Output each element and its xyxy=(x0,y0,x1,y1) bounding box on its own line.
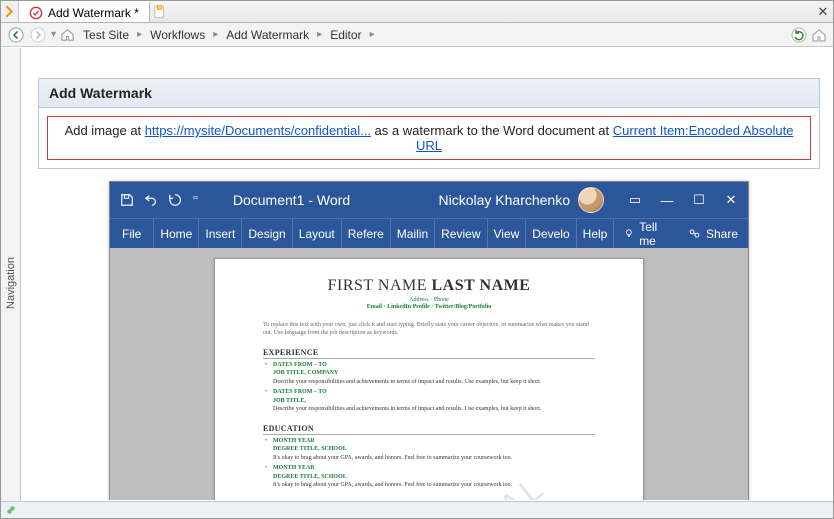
word-canvas: CONFIDENTIAL FIRST NAME LAST NAME Addres… xyxy=(110,248,748,500)
exp-desc: Describe your responsibilities and achie… xyxy=(273,379,541,385)
sentence-text: as a watermark to the Word document at xyxy=(371,123,613,138)
ribbon-tab-help[interactable]: Help xyxy=(577,219,615,248)
experience-item: DATES FROM – TO JOB TITLE, Describe your… xyxy=(263,389,595,414)
close-icon[interactable]: ✕ xyxy=(724,192,738,208)
word-titlebar: ⁼ Document1 - Word Nickolay Kharchenko ▭… xyxy=(110,182,748,218)
content-area: Add Watermark Add image at https://mysit… xyxy=(22,48,832,500)
last-name: LAST NAME xyxy=(432,277,531,294)
nav-dropdown-icon[interactable]: ▾ xyxy=(51,29,56,40)
refresh-icon[interactable] xyxy=(791,27,807,43)
chevron-right-icon xyxy=(1,3,18,20)
maximize-icon[interactable]: ☐ xyxy=(692,192,706,208)
tab-document-icon xyxy=(29,6,43,20)
lightbulb-icon xyxy=(624,227,634,240)
edu-role: DEGREE TITLE, SCHOOL xyxy=(273,474,595,482)
quick-access-toolbar: ⁼ xyxy=(120,192,199,208)
heading-education: EDUCATION xyxy=(263,424,595,435)
share-label: Share xyxy=(706,227,738,241)
chevron-right-icon: ▸ xyxy=(370,29,375,40)
arrow-left-icon xyxy=(8,27,24,43)
nav-forward-button[interactable] xyxy=(29,26,47,44)
resume-intro: To replace this text with your own, just… xyxy=(263,322,595,338)
exp-role: JOB TITLE, COMPANY xyxy=(273,370,595,378)
experience-item: DATES FROM – TO JOB TITLE, COMPANY Descr… xyxy=(263,362,595,387)
chevron-right-icon: ▸ xyxy=(317,29,322,40)
ribbon-tab-developer[interactable]: Develo xyxy=(526,219,576,248)
status-icon xyxy=(5,504,17,516)
ribbon-tab-layout[interactable]: Layout xyxy=(293,219,342,248)
save-icon[interactable] xyxy=(120,193,134,207)
edu-date: MONTH YEAR xyxy=(273,465,595,473)
chevron-right-icon: ▸ xyxy=(137,29,142,40)
close-tab-button[interactable]: ✕ xyxy=(813,1,833,22)
exp-date: DATES FROM – TO xyxy=(273,389,595,397)
ribbon-tab-home[interactable]: Home xyxy=(154,219,199,248)
panel-body: Add image at https://mysite/Documents/co… xyxy=(38,108,820,169)
tab-add-watermark[interactable]: Add Watermark * xyxy=(19,1,150,22)
share-icon xyxy=(688,227,701,240)
user-name: Nickolay Kharchenko xyxy=(438,192,570,208)
status-bar xyxy=(1,501,833,518)
first-name: FIRST NAME xyxy=(328,277,427,294)
ribbon-tab-view[interactable]: View xyxy=(488,219,527,248)
edu-desc: It's okay to brag about your GPA, awards… xyxy=(273,482,512,488)
sentence-text: Add image at xyxy=(65,123,145,138)
resume-links: Email · LinkedIn Profile · Twitter/Blog/… xyxy=(263,304,595,310)
tab-bar: Add Watermark * ✕ xyxy=(1,1,833,23)
education-item: MONTH YEAR DEGREE TITLE, SCHOOL It's oka… xyxy=(263,465,595,490)
redo-icon[interactable] xyxy=(168,193,182,207)
edu-date: MONTH YEAR xyxy=(273,438,595,446)
breadcrumb-item[interactable]: Editor xyxy=(326,28,365,42)
nav-back-button[interactable] xyxy=(7,26,25,44)
tell-me-button[interactable]: Tell me xyxy=(614,219,678,248)
home-small-icon[interactable] xyxy=(811,27,827,43)
word-ribbon: File Home Insert Design Layout Refere Ma… xyxy=(110,218,748,248)
resume-subtitle: Address · Phone xyxy=(263,297,595,303)
chevron-right-icon: ▸ xyxy=(213,29,218,40)
word-preview: ⁼ Document1 - Word Nickolay Kharchenko ▭… xyxy=(38,181,820,500)
exp-date: DATES FROM – TO xyxy=(273,362,595,370)
avatar[interactable] xyxy=(578,187,604,213)
education-item: MONTH YEAR DEGREE TITLE, SCHOOL It's oka… xyxy=(263,438,595,463)
close-icon: ✕ xyxy=(818,4,829,20)
breadcrumb-root[interactable]: Test Site xyxy=(79,28,133,42)
breadcrumb-item[interactable]: Add Watermark xyxy=(222,28,313,42)
new-tab-button[interactable] xyxy=(150,1,170,22)
ribbon-tab-insert[interactable]: Insert xyxy=(199,219,242,248)
ribbon-tab-mailings[interactable]: Mailin xyxy=(391,219,435,248)
ribbon-tab-review[interactable]: Review xyxy=(435,219,487,248)
ribbon-tab-design[interactable]: Design xyxy=(242,219,292,248)
workflow-sentence[interactable]: Add image at https://mysite/Documents/co… xyxy=(47,116,811,160)
minimize-icon[interactable]: — xyxy=(660,193,674,208)
breadcrumb-item[interactable]: Workflows xyxy=(146,28,209,42)
window-controls: ▭ — ☐ ✕ xyxy=(628,192,738,208)
qat-more-icon[interactable]: ⁼ xyxy=(192,192,199,208)
expand-tabs-button[interactable] xyxy=(1,1,19,22)
image-url-link[interactable]: https://mysite/Documents/confidential... xyxy=(145,123,371,138)
panel-title: Add Watermark xyxy=(38,78,820,108)
left-navigation-strip[interactable]: Navigation xyxy=(1,48,21,518)
tab-title: Add Watermark * xyxy=(48,6,139,20)
share-button[interactable]: Share xyxy=(678,219,748,248)
document-page: CONFIDENTIAL FIRST NAME LAST NAME Addres… xyxy=(214,258,644,500)
undo-icon[interactable] xyxy=(144,193,158,207)
resume-name: FIRST NAME LAST NAME xyxy=(263,277,595,295)
home-icon[interactable] xyxy=(60,27,75,42)
word-window: ⁼ Document1 - Word Nickolay Kharchenko ▭… xyxy=(109,181,749,500)
edu-role: DEGREE TITLE, SCHOOL xyxy=(273,446,595,454)
edu-desc: It's okay to brag about your GPA, awards… xyxy=(273,455,512,461)
heading-experience: EXPERIENCE xyxy=(263,348,595,359)
ribbon-tab-references[interactable]: Refere xyxy=(342,219,391,248)
left-nav-label: Navigation xyxy=(5,257,17,309)
exp-role: JOB TITLE, xyxy=(273,398,595,406)
ribbon-tab-file[interactable]: File xyxy=(110,219,154,248)
ribbon-options-icon[interactable]: ▭ xyxy=(628,192,642,208)
tell-me-label: Tell me xyxy=(639,220,668,248)
arrow-right-icon xyxy=(30,27,46,43)
new-tab-icon xyxy=(153,5,167,19)
document-title: Document1 - Word xyxy=(233,192,350,208)
exp-desc: Describe your responsibilities and achie… xyxy=(273,406,541,412)
breadcrumb-bar: ▾ Test Site ▸ Workflows ▸ Add Watermark … xyxy=(1,23,833,47)
